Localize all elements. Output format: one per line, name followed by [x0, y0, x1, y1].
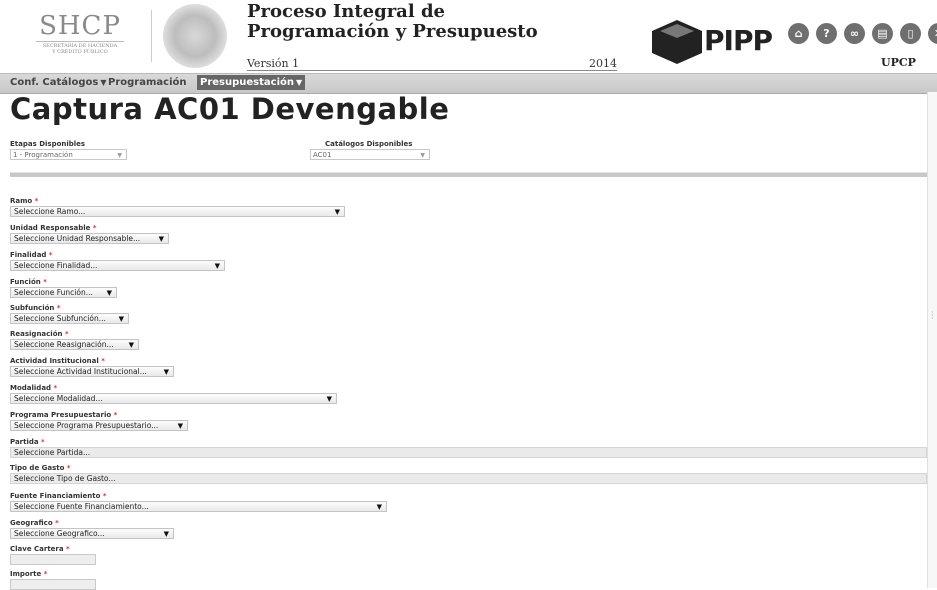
- link-icon[interactable]: ∞: [844, 23, 865, 44]
- clave-cartera-input[interactable]: [10, 554, 96, 565]
- pipp-logo: PIPP: [652, 18, 792, 66]
- page-title: Captura AC01 Devengable: [10, 92, 450, 126]
- unidad-responsable-label: Unidad Responsable *: [10, 224, 97, 232]
- actividad-institucional-select[interactable]: Seleccione Actividad Institucional... ▼: [10, 366, 174, 377]
- app-version: Versión 1: [247, 57, 300, 70]
- chevron-down-icon: ▼: [334, 208, 340, 216]
- importe-label: Importe *: [10, 570, 48, 578]
- importe-input[interactable]: [10, 579, 96, 590]
- app-title: Proceso Integral de Programación y Presu…: [247, 1, 538, 42]
- chevron-down-icon: ▼: [420, 152, 425, 159]
- fuente-financiamiento-select[interactable]: Seleccione Fuente Financiamiento... ▼: [10, 501, 387, 512]
- close-icon[interactable]: ✕: [928, 23, 937, 44]
- ramo-label: Ramo *: [10, 197, 39, 205]
- section-divider: [10, 172, 927, 177]
- chevron-down-icon: ▼: [296, 78, 303, 87]
- national-seal-icon: [163, 4, 227, 68]
- funcion-select[interactable]: Seleccione Función... ▼: [10, 287, 117, 298]
- unit-label: UPCP: [881, 56, 916, 69]
- funcion-label: Función *: [10, 278, 47, 286]
- geografico-label: Geografico *: [10, 519, 59, 527]
- catalogos-select[interactable]: AC01 ▼: [310, 149, 430, 160]
- chevron-down-icon: ▼: [106, 289, 112, 297]
- brand-name: PIPP: [704, 24, 773, 57]
- vertical-scrollbar[interactable]: · · ·: [927, 92, 937, 588]
- app-header: SHCP SECRETARÍA DE HACIENDA Y CRÉDITO PÚ…: [0, 0, 937, 72]
- calendar-icon[interactable]: ▤: [872, 23, 893, 44]
- menu-label: Conf. Catálogos: [10, 77, 99, 88]
- catalogos-label: Catálogos Disponibles: [325, 140, 413, 148]
- actividad-institucional-label: Actividad Institucional *: [10, 357, 105, 365]
- help-icon[interactable]: ?: [816, 23, 837, 44]
- chevron-down-icon: ▼: [376, 503, 382, 511]
- clave-cartera-label: Clave Cartera *: [10, 545, 70, 553]
- chevron-down-icon: ▼: [177, 422, 183, 430]
- reasignacion-select[interactable]: Seleccione Reasignación... ▼: [10, 339, 139, 350]
- main-menu: Conf. Catálogos▼ Programación▼ Presupues…: [0, 73, 937, 94]
- finalidad-select[interactable]: Seleccione Finalidad... ▼: [10, 260, 225, 271]
- header-separator: [151, 10, 152, 62]
- programa-presupuestario-label: Programa Presupuestario *: [10, 411, 118, 419]
- fiscal-year: 2014: [589, 57, 617, 70]
- home-icon[interactable]: ⌂: [788, 23, 809, 44]
- org-abbr: SHCP: [39, 11, 121, 41]
- etapas-select[interactable]: 1 - Programación ▼: [10, 149, 127, 160]
- chevron-down-icon: ▼: [214, 262, 220, 270]
- chevron-down-icon: ▼: [100, 78, 107, 87]
- modalidad-label: Modalidad *: [10, 384, 58, 392]
- reasignacion-label: Reasignación *: [10, 330, 69, 338]
- geografico-select[interactable]: Seleccione Geografico... ▼: [10, 528, 174, 539]
- chevron-down-icon: ▼: [163, 530, 169, 538]
- partida-label: Partida *: [10, 438, 45, 446]
- chevron-down-icon: ▼: [163, 368, 169, 376]
- subfuncion-label: Subfunción *: [10, 304, 61, 312]
- shcp-logo: SHCP SECRETARÍA DE HACIENDA Y CRÉDITO PÚ…: [30, 12, 130, 55]
- chevron-down-icon: ▼: [117, 152, 122, 159]
- scroll-grip-icon: · · ·: [931, 308, 934, 323]
- header-rule: [247, 70, 617, 71]
- menu-programacion[interactable]: Programación▼: [108, 77, 205, 88]
- chevron-down-icon: ▼: [326, 395, 332, 403]
- fuente-financiamiento-label: Fuente Financiamiento *: [10, 492, 107, 500]
- modalidad-select[interactable]: Seleccione Modalidad... ▼: [10, 393, 337, 404]
- document-icon[interactable]: ▯: [900, 23, 921, 44]
- chevron-down-icon: ▼: [118, 315, 124, 323]
- menu-label: Programación: [108, 77, 187, 88]
- ramo-select[interactable]: Seleccione Ramo... ▼: [10, 206, 345, 217]
- etapas-value: 1 - Programación: [13, 151, 73, 159]
- subfuncion-select[interactable]: Seleccione Subfunción... ▼: [10, 313, 129, 324]
- menu-conf-catalogos[interactable]: Conf. Catálogos ▼: [10, 77, 106, 88]
- tipo-de-gasto-select[interactable]: Seleccione Tipo de Gasto...: [10, 473, 927, 484]
- menu-presupuestacion[interactable]: Presupuestación ▼: [197, 75, 306, 90]
- chevron-down-icon: ▼: [128, 341, 134, 349]
- unidad-responsable-select[interactable]: Seleccione Unidad Responsable... ▼: [10, 233, 169, 244]
- chevron-down-icon: ▼: [158, 235, 164, 243]
- org-line2: Y CRÉDITO PÚBLICO: [52, 49, 108, 55]
- catalogos-value: AC01: [313, 151, 332, 159]
- finalidad-label: Finalidad *: [10, 251, 53, 259]
- etapas-label: Etapas Disponibles: [10, 140, 86, 148]
- programa-presupuestario-select[interactable]: Seleccione Programa Presupuestario... ▼: [10, 420, 188, 431]
- menu-label: Presupuestación: [200, 77, 294, 88]
- partida-select[interactable]: Seleccione Partida...: [10, 447, 927, 458]
- tipo-de-gasto-label: Tipo de Gasto *: [10, 464, 71, 472]
